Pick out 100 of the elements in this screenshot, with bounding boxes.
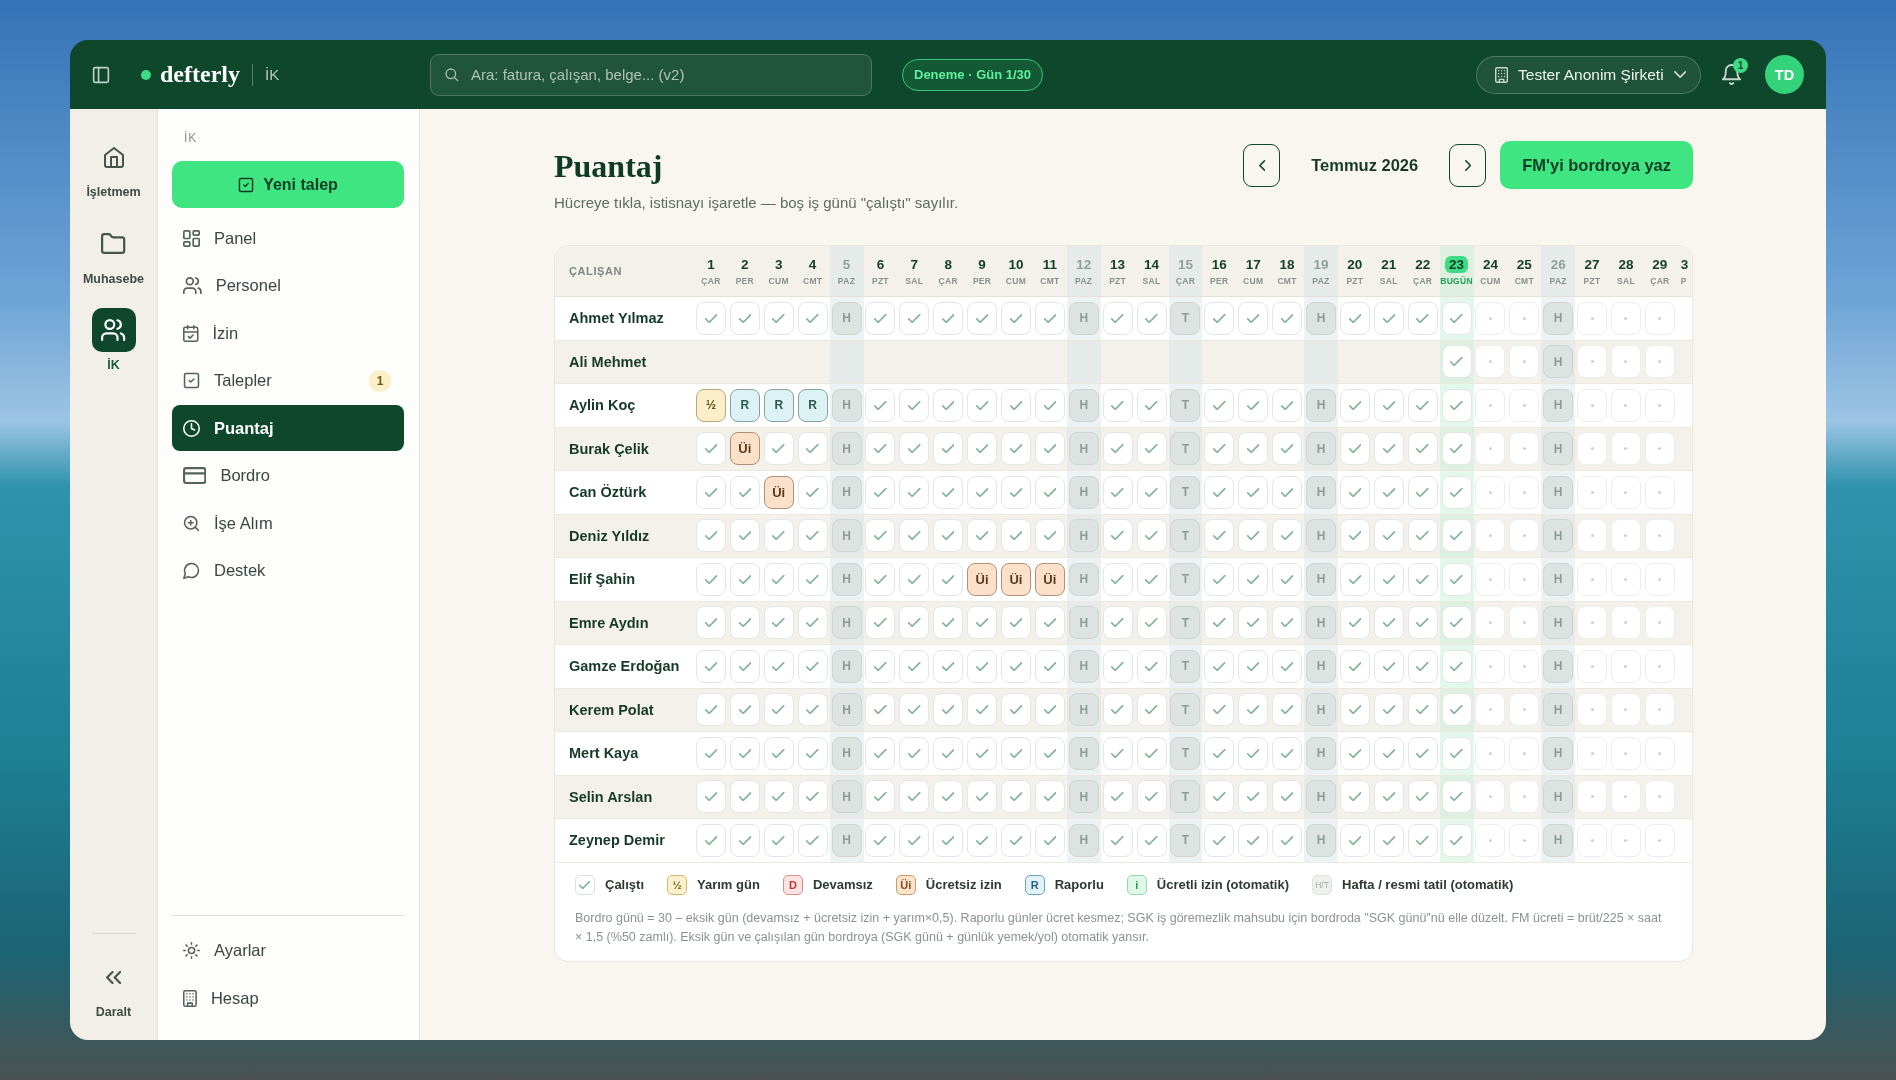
nav-item[interactable]: İzin <box>172 310 404 356</box>
day-cell[interactable]: T <box>1170 388 1201 422</box>
day-cell[interactable] <box>899 519 930 553</box>
day-cell[interactable] <box>729 606 760 640</box>
day-cell[interactable] <box>1407 301 1438 335</box>
day-cell[interactable] <box>797 301 828 335</box>
user-avatar[interactable]: TD <box>1765 55 1804 94</box>
day-cell[interactable] <box>1509 432 1540 466</box>
day-cell[interactable] <box>1441 823 1472 857</box>
day-cell[interactable]: H <box>831 301 862 335</box>
day-cell[interactable]: R <box>729 388 760 422</box>
day-cell[interactable] <box>1577 780 1608 814</box>
day-cell[interactable] <box>1441 736 1472 770</box>
nav-item[interactable]: Personel <box>172 262 404 309</box>
day-cell[interactable] <box>1339 301 1370 335</box>
day-cell[interactable] <box>1407 780 1438 814</box>
day-cell[interactable]: T <box>1170 780 1201 814</box>
day-cell[interactable] <box>1373 562 1404 596</box>
day-cell[interactable] <box>1204 693 1235 727</box>
day-cell[interactable]: Üi <box>1000 562 1031 596</box>
day-cell[interactable] <box>1272 649 1303 683</box>
day-cell[interactable] <box>1577 736 1608 770</box>
day-cell[interactable] <box>865 780 896 814</box>
day-cell[interactable] <box>1577 432 1608 466</box>
day-cell[interactable] <box>1509 736 1540 770</box>
day-cell[interactable]: H <box>1068 736 1099 770</box>
day-cell[interactable] <box>1272 780 1303 814</box>
day-cell[interactable] <box>1373 693 1404 727</box>
day-cell[interactable] <box>1136 606 1167 640</box>
day-cell[interactable] <box>1373 823 1404 857</box>
day-cell[interactable] <box>797 475 828 509</box>
day-cell[interactable] <box>1373 475 1404 509</box>
day-cell[interactable] <box>1407 562 1438 596</box>
day-cell[interactable] <box>1611 432 1641 466</box>
day-cell[interactable] <box>1034 475 1065 509</box>
day-cell[interactable] <box>1644 301 1675 335</box>
day-cell[interactable] <box>1373 519 1404 553</box>
day-cell[interactable] <box>1644 519 1675 553</box>
day-cell[interactable]: H <box>1068 780 1099 814</box>
day-cell[interactable] <box>1034 780 1065 814</box>
day-cell[interactable] <box>695 649 726 683</box>
day-cell[interactable] <box>1441 562 1472 596</box>
day-cell[interactable] <box>933 388 964 422</box>
rail-item[interactable]: Muhasebe <box>70 221 157 287</box>
day-cell[interactable] <box>1136 823 1167 857</box>
day-cell[interactable] <box>1577 693 1608 727</box>
day-cell[interactable] <box>1204 432 1235 466</box>
day-cell[interactable] <box>1272 736 1303 770</box>
day-cell[interactable] <box>763 823 794 857</box>
day-cell[interactable] <box>899 606 930 640</box>
day-cell[interactable] <box>1509 301 1540 335</box>
day-cell[interactable] <box>763 432 794 466</box>
day-cell[interactable] <box>729 519 760 553</box>
day-cell[interactable] <box>1204 823 1235 857</box>
day-cell[interactable] <box>1339 736 1370 770</box>
day-cell[interactable]: H <box>1543 388 1574 422</box>
day-cell[interactable] <box>1509 823 1540 857</box>
day-cell[interactable] <box>1475 736 1506 770</box>
day-cell[interactable] <box>763 693 794 727</box>
day-cell[interactable] <box>1644 432 1675 466</box>
day-cell[interactable] <box>1102 432 1133 466</box>
day-cell[interactable] <box>1136 388 1167 422</box>
day-cell[interactable] <box>1407 693 1438 727</box>
day-cell[interactable] <box>899 780 930 814</box>
day-cell[interactable] <box>797 649 828 683</box>
day-cell[interactable] <box>1644 649 1675 683</box>
day-cell[interactable] <box>1034 301 1065 335</box>
day-cell[interactable] <box>933 432 964 466</box>
day-cell[interactable]: H <box>1305 780 1336 814</box>
day-cell[interactable] <box>1238 649 1269 683</box>
day-cell[interactable] <box>967 475 998 509</box>
day-cell[interactable] <box>729 823 760 857</box>
day-cell[interactable] <box>933 475 964 509</box>
day-cell[interactable]: ½ <box>695 388 726 422</box>
day-cell[interactable]: T <box>1170 562 1201 596</box>
day-cell[interactable] <box>763 606 794 640</box>
day-cell[interactable] <box>1509 649 1540 683</box>
day-cell[interactable]: R <box>797 388 828 422</box>
day-cell[interactable] <box>899 301 930 335</box>
day-cell[interactable] <box>1611 345 1641 379</box>
day-cell[interactable] <box>1373 649 1404 683</box>
day-cell[interactable] <box>1136 693 1167 727</box>
day-cell[interactable] <box>1644 736 1675 770</box>
day-cell[interactable] <box>1475 475 1506 509</box>
day-cell[interactable]: H <box>1305 693 1336 727</box>
day-cell[interactable] <box>1611 388 1641 422</box>
day-cell[interactable] <box>933 649 964 683</box>
day-cell[interactable]: H <box>1068 562 1099 596</box>
day-cell[interactable] <box>1238 562 1269 596</box>
day-cell[interactable] <box>1475 388 1506 422</box>
day-cell[interactable] <box>1509 693 1540 727</box>
day-cell[interactable]: H <box>1543 562 1574 596</box>
day-cell[interactable] <box>1441 649 1472 683</box>
day-cell[interactable] <box>1034 606 1065 640</box>
day-cell[interactable]: H <box>831 649 862 683</box>
nav-item[interactable]: Puantaj <box>172 405 404 451</box>
day-cell[interactable] <box>1644 345 1675 379</box>
day-cell[interactable] <box>933 519 964 553</box>
day-cell[interactable]: H <box>1543 345 1574 379</box>
day-cell[interactable] <box>1000 388 1031 422</box>
